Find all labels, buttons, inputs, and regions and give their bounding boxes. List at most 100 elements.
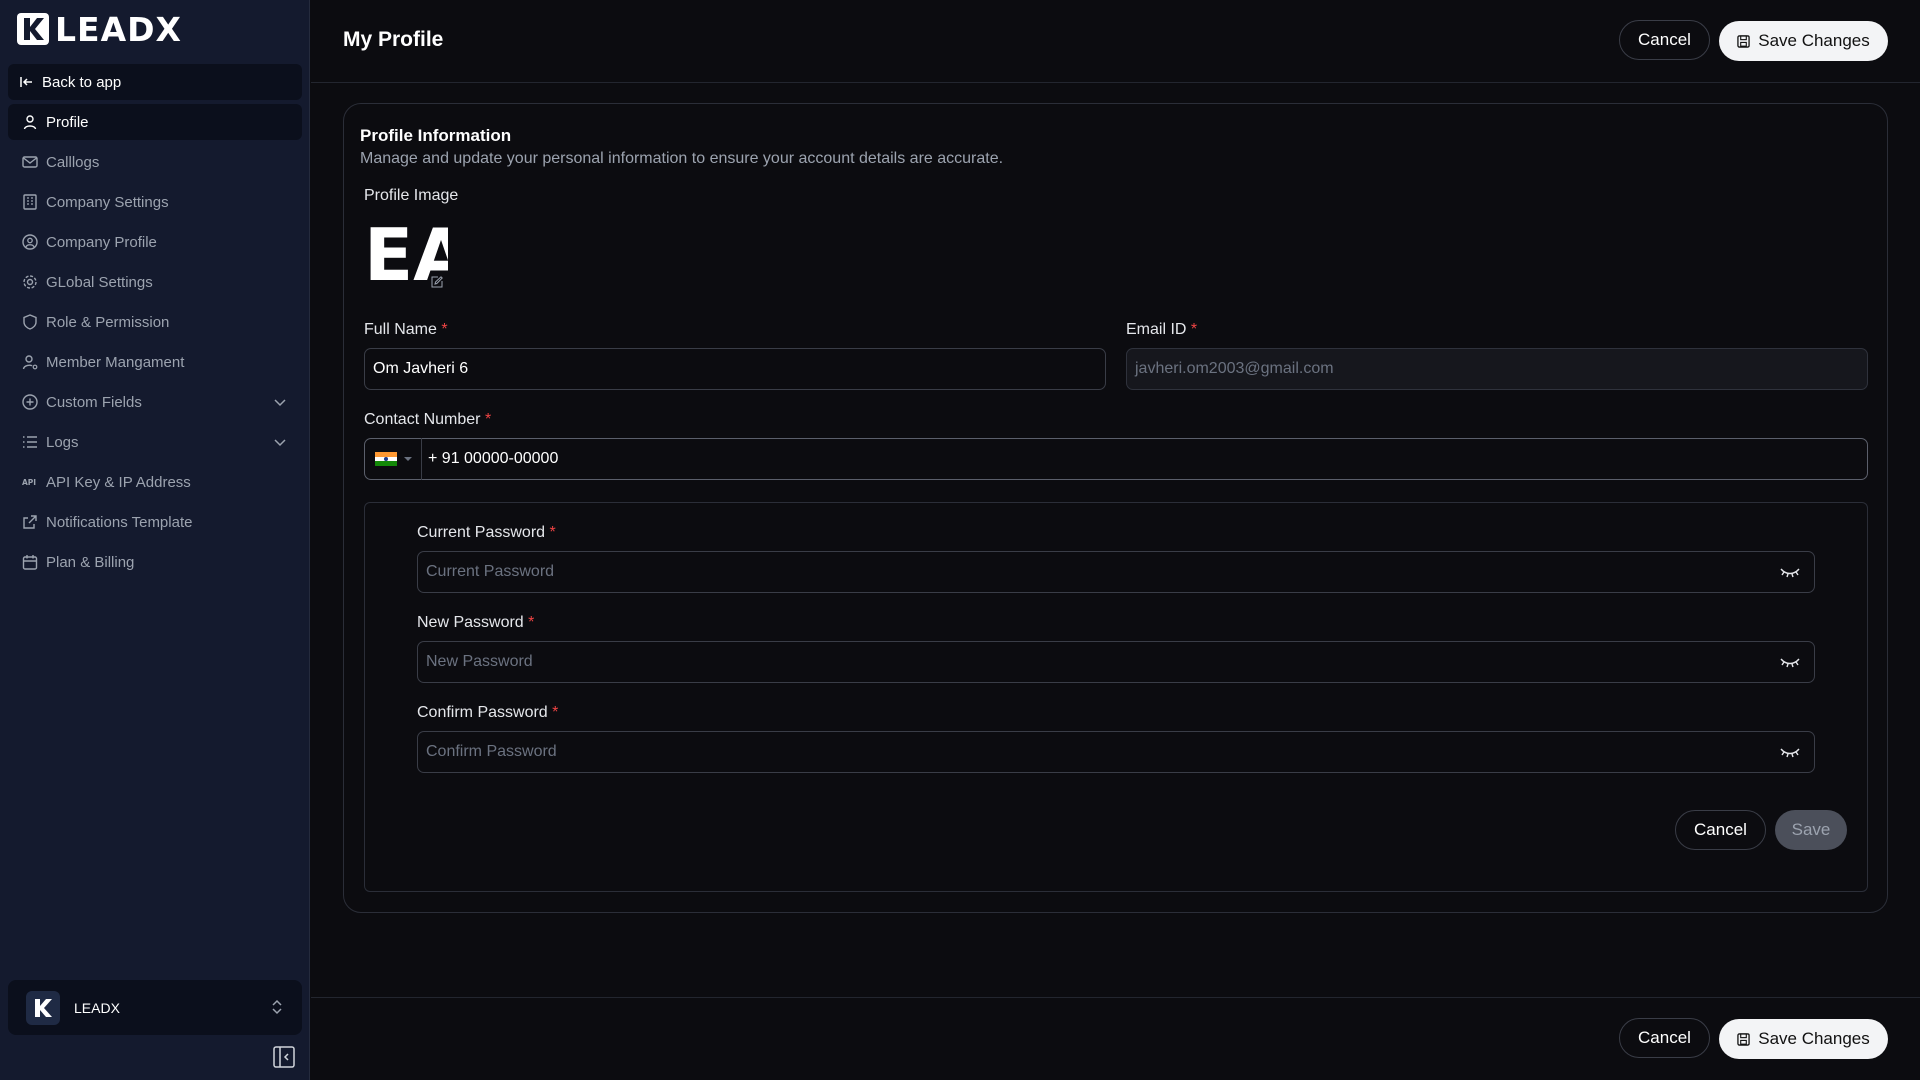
sidebar-item-custom-fields[interactable]: Custom Fields (8, 384, 302, 420)
sidebar-item-label: Plan & Billing (46, 553, 135, 571)
sidebar-item-label: Notifications Template (46, 513, 193, 531)
sidebar-item-plan-billing[interactable]: Plan & Billing (8, 544, 302, 580)
save-icon (1737, 34, 1750, 48)
plus-circle-icon (22, 394, 38, 410)
contact-number-input[interactable]: + 91 00000-00000 (364, 438, 1868, 480)
logo-icon (17, 13, 49, 45)
user-icon (23, 115, 37, 130)
sidebar-item-calllogs[interactable]: Calllogs (8, 144, 302, 180)
footer-cancel-button[interactable]: Cancel (1619, 1018, 1710, 1058)
sidebar-item-global-settings[interactable]: GLobal Settings (8, 264, 302, 300)
back-to-app-button[interactable]: Back to app (8, 64, 302, 100)
sidebar-item-company-profile[interactable]: Company Profile (8, 224, 302, 260)
sidebar-item-api-key[interactable]: API API Key & IP Address (8, 464, 302, 500)
sidebar-item-company-settings[interactable]: Company Settings (8, 184, 302, 220)
caret-down-icon[interactable] (403, 455, 413, 463)
new-password-placeholder: New Password (426, 653, 533, 670)
sidebar-item-label: Custom Fields (46, 393, 142, 411)
page-header: My Profile Cancel Save Changes (311, 0, 1920, 83)
collapse-sidebar-button[interactable] (273, 1046, 295, 1068)
required-mark: * (1190, 321, 1198, 338)
user-circle-icon (22, 234, 38, 250)
sidebar-item-role-permission[interactable]: Role & Permission (8, 304, 302, 340)
contact-number-value: + 91 00000-00000 (428, 450, 559, 467)
required-mark: * (528, 614, 535, 631)
full-name-input[interactable]: Om Javheri 6 (364, 348, 1106, 390)
eye-closed-icon[interactable] (1780, 745, 1800, 759)
edit-icon[interactable] (431, 276, 443, 288)
full-name-label: Full Name * (364, 321, 448, 339)
sidebar-item-label: API Key & IP Address (46, 473, 191, 491)
page-footer: Cancel Save Changes (311, 997, 1920, 1080)
save-changes-label: Save Changes (1758, 31, 1870, 50)
calendar-icon (22, 555, 38, 570)
email-label-text: Email ID (1126, 321, 1187, 338)
sidebar-collapse-icon (273, 1046, 295, 1068)
profile-information-card: Profile Information Manage and update yo… (343, 103, 1888, 913)
sidebar-item-logs[interactable]: Logs (8, 424, 302, 460)
password-cancel-button[interactable]: Cancel (1675, 810, 1766, 850)
chevron-down-icon[interactable] (272, 434, 288, 450)
gear-icon (23, 275, 37, 289)
save-icon (1737, 1032, 1750, 1046)
sidebar-item-member-management[interactable]: Member Mangament (8, 344, 302, 380)
confirm-password-label-text: Confirm Password (417, 704, 548, 721)
confirm-password-label: Confirm Password * (417, 704, 558, 722)
sidebar-item-label: GLobal Settings (46, 273, 153, 291)
new-password-label-text: New Password (417, 614, 524, 631)
svg-text:API: API (22, 478, 36, 487)
shield-icon (23, 314, 37, 330)
sidebar-item-label: Company Profile (46, 233, 157, 251)
required-mark: * (484, 411, 492, 428)
eye-closed-icon[interactable] (1780, 655, 1800, 669)
arrow-left-bar-icon (20, 77, 32, 87)
sidebar-item-label: Logs (46, 433, 79, 451)
chevron-down-icon[interactable] (272, 394, 288, 410)
settings-nav: Profile Calllogs Company Settings Compan… (8, 104, 302, 584)
sidebar-item-label: Company Settings (46, 193, 169, 211)
org-logo-icon (26, 990, 60, 1025)
user-gear-icon (22, 355, 38, 370)
email-input[interactable]: javheri.om2003@gmail.com (1126, 348, 1868, 390)
required-mark: * (549, 524, 556, 541)
save-changes-label: Save Changes (1758, 1029, 1870, 1048)
current-password-label: Current Password * (417, 524, 556, 542)
header-cancel-button[interactable]: Cancel (1619, 20, 1710, 60)
footer-save-changes-button[interactable]: Save Changes (1719, 1019, 1888, 1059)
header-save-changes-button[interactable]: Save Changes (1719, 21, 1888, 61)
full-name-label-text: Full Name (364, 321, 437, 338)
india-flag-icon[interactable] (375, 452, 397, 466)
chevron-up-down-icon (272, 999, 282, 1015)
email-label: Email ID * (1126, 321, 1197, 339)
page-title: My Profile (343, 28, 444, 51)
brand-name: LEADX (55, 9, 182, 49)
contact-label-text: Contact Number (364, 411, 481, 428)
organization-switcher[interactable]: LEADX (8, 980, 302, 1035)
sidebar-item-label: Calllogs (46, 153, 100, 171)
section-title: Profile Information (360, 126, 512, 145)
required-mark: * (552, 704, 559, 721)
current-password-input[interactable]: Current Password (417, 551, 1815, 593)
sidebar-item-notifications-template[interactable]: Notifications Template (8, 504, 302, 540)
api-icon: API (22, 478, 36, 487)
current-password-label-text: Current Password (417, 524, 546, 541)
list-icon (23, 436, 37, 448)
external-link-icon (23, 515, 37, 529)
profile-image-label: Profile Image (364, 187, 459, 204)
section-description: Manage and update your personal informat… (360, 150, 1004, 167)
contact-number-label: Contact Number * (364, 411, 491, 429)
building-icon (23, 194, 37, 210)
confirm-password-placeholder: Confirm Password (426, 743, 557, 760)
new-password-input[interactable]: New Password (417, 641, 1815, 683)
password-save-button[interactable]: Save (1775, 810, 1847, 850)
mail-icon (22, 156, 38, 168)
sidebar-item-label: Profile (46, 113, 89, 131)
sidebar-item-profile[interactable]: Profile (8, 104, 302, 140)
change-password-section: Current Password * Current Password New … (364, 502, 1868, 892)
brand-logo[interactable]: LEADX (17, 9, 182, 49)
phone-divider (421, 438, 422, 480)
required-mark: * (441, 321, 448, 338)
eye-closed-icon[interactable] (1780, 565, 1800, 579)
sidebar-item-label: Member Mangament (46, 353, 185, 371)
confirm-password-input[interactable]: Confirm Password (417, 731, 1815, 773)
